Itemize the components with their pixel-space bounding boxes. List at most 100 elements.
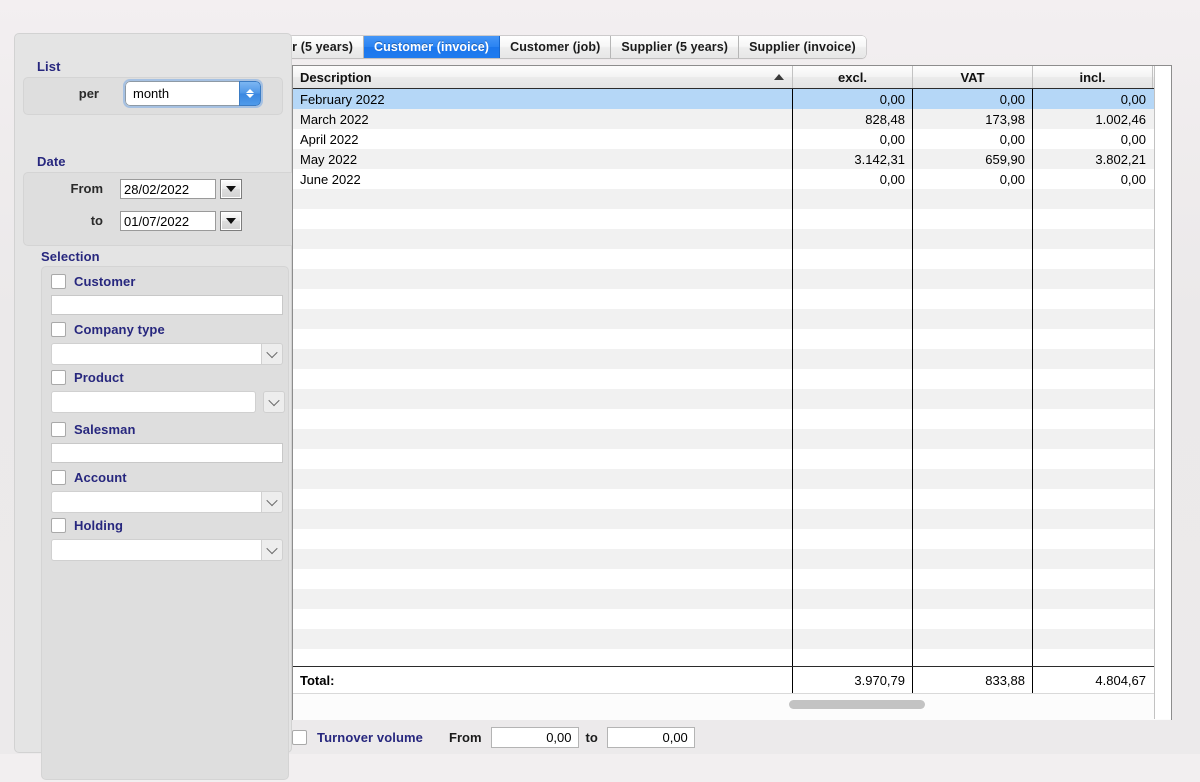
column-header-incl[interactable]: incl. — [1033, 66, 1153, 88]
table-row-empty — [293, 269, 1171, 289]
cell-excl: 0,00 — [793, 169, 913, 189]
filter-account-dropdown-button[interactable] — [261, 491, 283, 513]
cell-excl — [793, 449, 913, 469]
cell-vat — [913, 549, 1033, 569]
turnover-from-label: From — [449, 730, 482, 745]
cell-excl — [793, 409, 913, 429]
table-row[interactable]: April 2022 0,00 0,00 0,00 — [293, 129, 1171, 149]
filter-account-input[interactable] — [51, 491, 261, 513]
filter-company-type-label: Company type — [74, 321, 165, 337]
cell-excl — [793, 189, 913, 209]
filter-account-checkbox[interactable] — [51, 469, 66, 485]
cell-incl — [1033, 609, 1153, 629]
tab-4[interactable]: Supplier (invoice) — [739, 36, 866, 58]
cell-excl — [793, 229, 913, 249]
chevron-down-icon — [246, 94, 254, 98]
cell-incl — [1033, 289, 1153, 309]
turnover-volume-checkbox[interactable] — [292, 730, 307, 745]
table-row-empty — [293, 429, 1171, 449]
turnover-volume-bar: Turnover volume From to — [292, 727, 695, 748]
cell-description — [293, 649, 793, 666]
table-row-empty — [293, 249, 1171, 269]
table-row[interactable]: May 2022 3.142,31 659,90 3.802,21 — [293, 149, 1171, 169]
table-row-empty — [293, 289, 1171, 309]
date-from-input[interactable] — [120, 179, 216, 199]
cell-vat — [913, 409, 1033, 429]
list-group-title: List — [37, 59, 61, 74]
cell-vat — [913, 229, 1033, 249]
filter-holding: Holding — [51, 516, 285, 561]
cell-vat — [913, 369, 1033, 389]
tab-3[interactable]: Supplier (5 years) — [611, 36, 740, 58]
date-group-title: Date — [37, 154, 66, 169]
total-row: Total: 3.970,79 833,88 4.804,67 — [293, 667, 1171, 693]
column-header-description[interactable]: Description — [293, 66, 793, 88]
cell-description — [293, 629, 793, 649]
column-header-excl[interactable]: excl. — [793, 66, 913, 88]
table-row[interactable]: March 2022 828,48 173,98 1.002,46 — [293, 109, 1171, 129]
filter-holding-dropdown-button[interactable] — [261, 539, 283, 561]
filter-product: Product — [51, 368, 285, 413]
table-row-empty — [293, 409, 1171, 429]
cell-excl — [793, 289, 913, 309]
cell-excl — [793, 309, 913, 329]
filter-account: Account — [51, 468, 285, 513]
filter-product-dropdown-button[interactable] — [263, 391, 285, 413]
turnover-to-input[interactable] — [606, 727, 695, 748]
tab-2[interactable]: Customer (job) — [500, 36, 612, 58]
filter-company-type-head: Company type — [51, 320, 285, 338]
cell-incl — [1033, 369, 1153, 389]
table-row[interactable]: February 2022 0,00 0,00 0,00 — [293, 89, 1171, 109]
table-row-empty — [293, 609, 1171, 629]
cell-incl — [1033, 269, 1153, 289]
filter-company-type-checkbox[interactable] — [51, 321, 66, 337]
report-window: Customer (5 years) Customer (invoice) Cust… — [0, 0, 1200, 782]
tab-1[interactable]: Customer (invoice) — [364, 36, 501, 58]
filter-product-head: Product — [51, 368, 285, 386]
column-header-vat[interactable]: VAT — [913, 66, 1033, 88]
filter-product-input[interactable] — [51, 391, 256, 413]
cell-description — [293, 449, 793, 469]
cell-incl: 0,00 — [1120, 171, 1146, 187]
filter-holding-checkbox[interactable] — [51, 517, 66, 533]
chevron-down-icon — [266, 542, 278, 555]
cell-description — [293, 189, 793, 209]
period-value[interactable]: month — [125, 81, 239, 106]
cell-description: February 2022 — [293, 89, 793, 109]
cell-incl: 1.002,46 — [1095, 111, 1146, 127]
horizontal-scrollbar-thumb[interactable] — [789, 700, 925, 709]
date-to-input[interactable] — [120, 211, 216, 231]
per-label: per — [78, 86, 99, 101]
filter-product-checkbox[interactable] — [51, 369, 66, 385]
table-row[interactable]: June 2022 0,00 0,00 0,00 — [293, 169, 1171, 189]
filter-company-type-input[interactable] — [51, 343, 261, 365]
filter-salesman-checkbox[interactable] — [51, 421, 66, 437]
column-header-description-label: Description — [300, 69, 372, 85]
cell-excl — [793, 509, 913, 529]
filter-product-label: Product — [74, 369, 124, 385]
horizontal-scrollbar[interactable] — [293, 693, 1171, 720]
period-stepper-buttons[interactable] — [239, 81, 261, 106]
cell-description — [293, 229, 793, 249]
date-to-picker-button[interactable] — [220, 211, 242, 231]
sort-ascending-icon — [774, 74, 784, 80]
date-from-picker-button[interactable] — [220, 179, 242, 199]
cell-description: May 2022 — [293, 149, 793, 169]
date-to-row — [120, 211, 242, 231]
filter-holding-input[interactable] — [51, 539, 261, 561]
filter-salesman-input[interactable] — [51, 443, 283, 463]
cell-vat: 0,00 — [913, 129, 1033, 149]
cell-vat — [913, 489, 1033, 509]
filter-salesman-head: Salesman — [51, 420, 285, 438]
filter-customer-head: Customer — [51, 272, 285, 290]
cell-incl — [1033, 429, 1153, 449]
period-stepper[interactable]: month — [125, 81, 261, 106]
cell-incl: 0,00 — [1120, 131, 1146, 147]
cell-description — [293, 389, 793, 409]
filter-customer-input[interactable] — [51, 295, 283, 315]
filter-customer-checkbox[interactable] — [51, 273, 66, 289]
table-footer: Total: 3.970,79 833,88 4.804,67 — [293, 666, 1171, 720]
turnover-from-input[interactable] — [490, 727, 579, 748]
cell-vat — [913, 349, 1033, 369]
filter-company-type-dropdown-button[interactable] — [261, 343, 283, 365]
